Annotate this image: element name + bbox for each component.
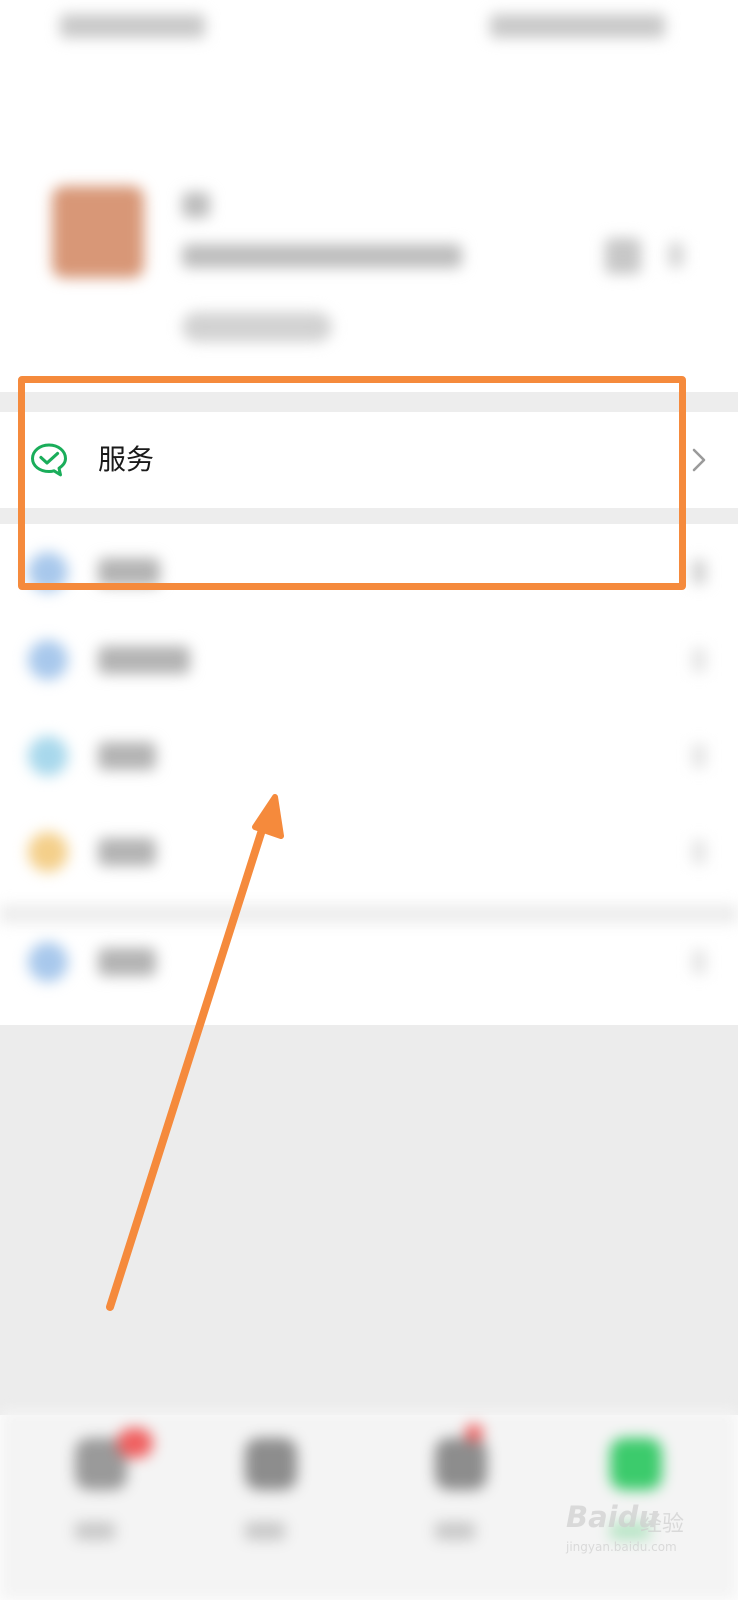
menu-item-moments[interactable]	[0, 612, 738, 708]
status-indicators	[490, 14, 665, 38]
menu-item-cards[interactable]	[0, 708, 738, 804]
chevron-right-icon	[692, 560, 706, 584]
highlight-box	[18, 376, 686, 590]
avatar[interactable]	[52, 186, 144, 278]
watermark-url: jingyan.baidu.com	[566, 1540, 677, 1554]
status-bar	[0, 0, 738, 60]
tab-label	[75, 1522, 115, 1540]
tab-discover[interactable]	[385, 1410, 535, 1600]
profile-chevron-icon	[668, 242, 684, 268]
nickname	[182, 192, 210, 218]
tab-label	[435, 1522, 475, 1540]
status-time	[60, 14, 205, 38]
menu-list	[0, 524, 738, 1024]
chevron-right-icon	[692, 840, 706, 864]
menu-item-label	[98, 646, 190, 674]
discover-icon	[435, 1438, 487, 1490]
menu-item-settings[interactable]	[0, 914, 738, 1010]
menu-item-label	[98, 948, 156, 976]
profile-header[interactable]	[0, 150, 738, 380]
baidu-jingyan-watermark: Baidu 经验 jingyan.baidu.com	[560, 1500, 710, 1570]
page-background	[0, 1025, 738, 1415]
watermark-sub: 经验	[640, 1512, 685, 1537]
chevron-right-icon	[690, 444, 710, 476]
status-button[interactable]	[182, 312, 332, 342]
settings-icon	[28, 942, 68, 982]
tab-chats[interactable]	[25, 1410, 175, 1600]
wechat-id	[182, 244, 462, 268]
me-icon	[610, 1438, 662, 1490]
red-dot-badge	[465, 1424, 483, 1442]
menu-item-label	[98, 838, 156, 866]
qr-code-icon[interactable]	[605, 238, 641, 274]
tab-contacts[interactable]	[195, 1410, 345, 1600]
contacts-icon	[245, 1438, 297, 1490]
cards-icon	[28, 736, 68, 776]
chevron-right-icon	[692, 648, 706, 672]
chevron-right-icon	[692, 950, 706, 974]
menu-item-label	[98, 742, 156, 770]
section-divider	[0, 905, 738, 923]
tab-label	[245, 1522, 285, 1540]
sticker-icon	[28, 832, 68, 872]
unread-badge	[117, 1428, 153, 1458]
menu-item-sticker[interactable]	[0, 804, 738, 900]
chevron-right-icon	[692, 744, 706, 768]
moments-icon	[28, 640, 68, 680]
